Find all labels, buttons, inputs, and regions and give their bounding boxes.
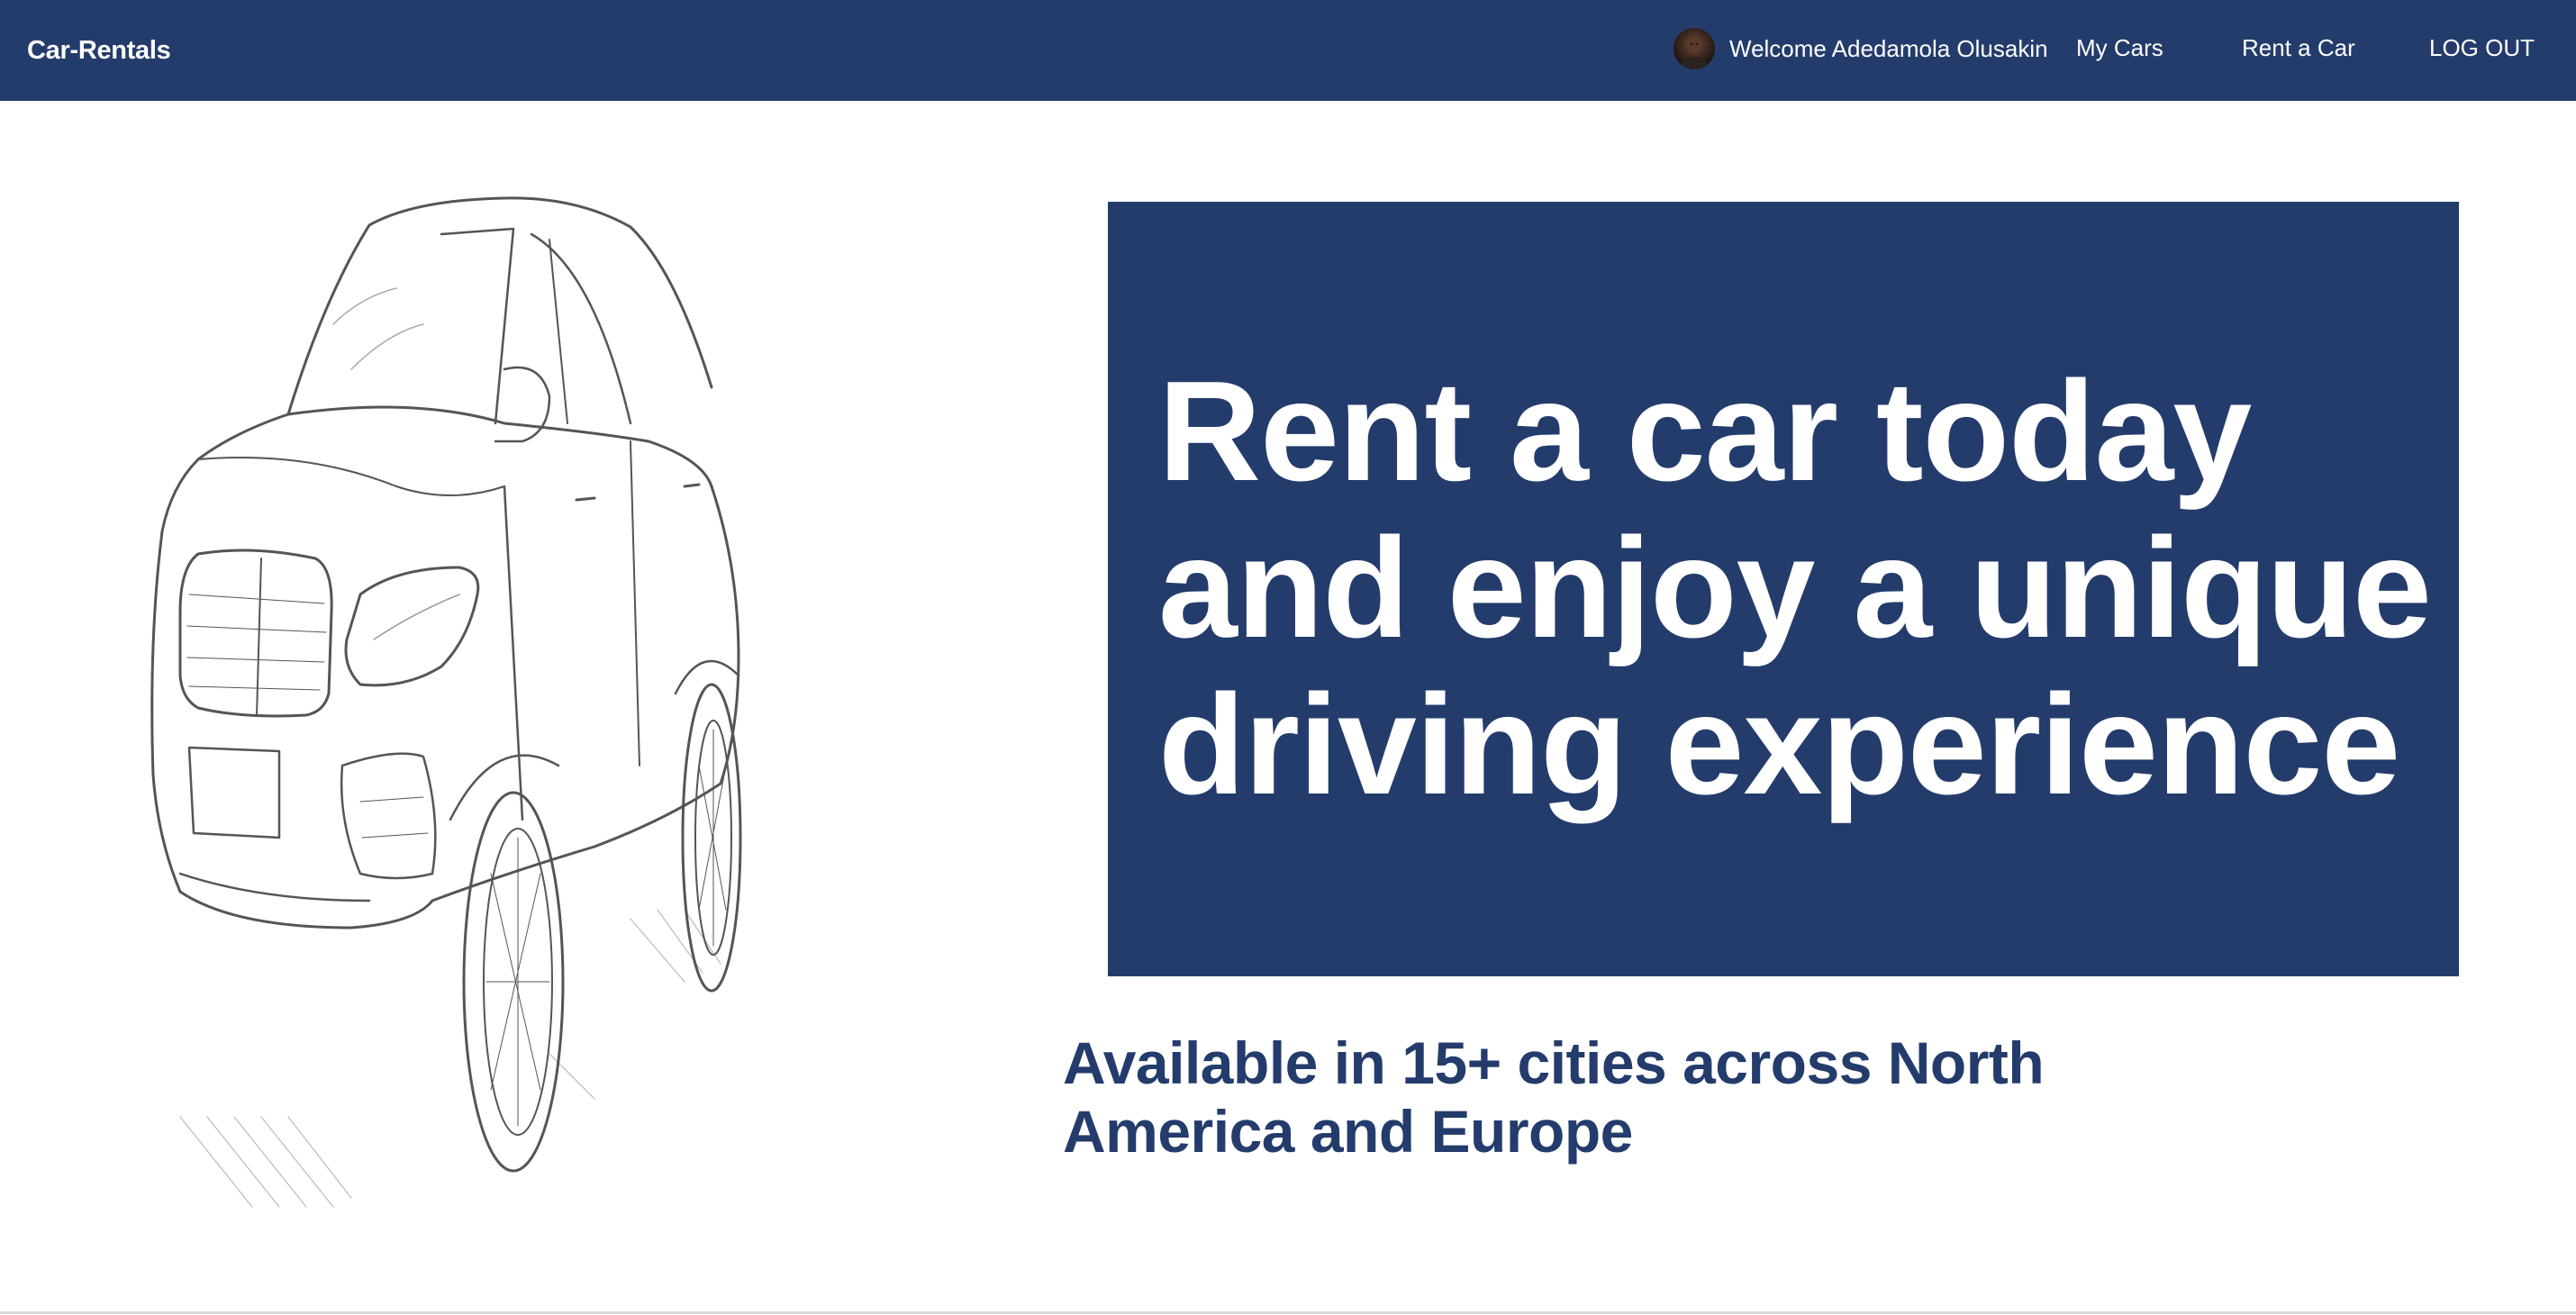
brand-logo[interactable]: Car-Rentals: [27, 0, 171, 101]
welcome-text: Welcome Adedamola Olusakin: [1729, 34, 2048, 62]
hero-banner: Rent a car today and enjoy a unique driv…: [1108, 202, 2459, 976]
top-navbar: Car-Rentals Welcome Adedamola Olusakin M…: [0, 0, 2576, 101]
car-sketch-image: [126, 189, 811, 1225]
nav-my-cars-link[interactable]: My Cars: [2076, 0, 2163, 101]
avatar[interactable]: [1673, 28, 1715, 69]
user-greeting: Welcome Adedamola Olusakin: [1673, 27, 2048, 70]
hero-subtitle: Available in 15+ cities across North Ame…: [1063, 1029, 2045, 1165]
logout-button[interactable]: LOG OUT: [2429, 0, 2535, 101]
hero-title: Rent a car today and enjoy a unique driv…: [1158, 352, 2432, 824]
divider: [0, 1311, 2576, 1314]
nav-rent-a-car-link[interactable]: Rent a Car: [2242, 0, 2355, 101]
